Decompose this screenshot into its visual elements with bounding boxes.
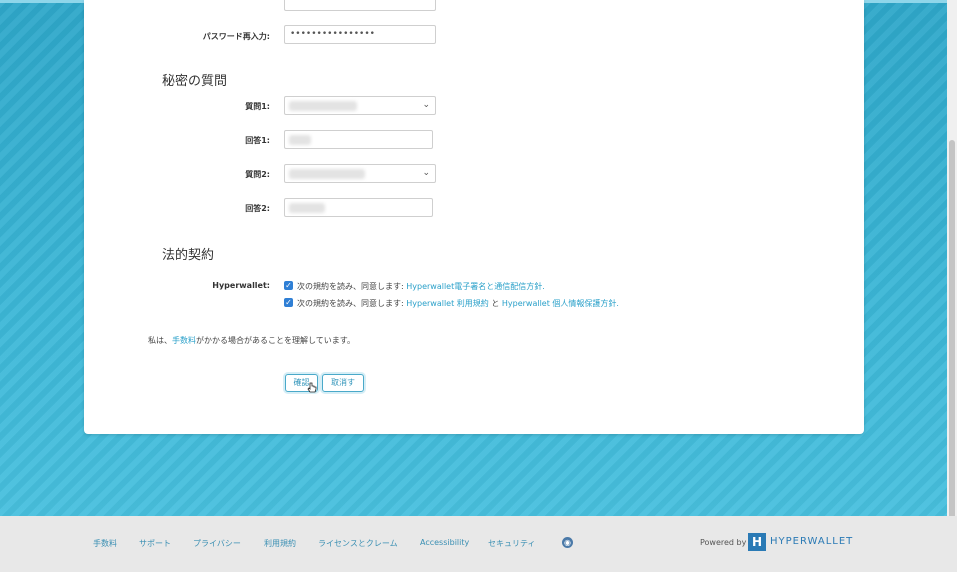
hand-cursor-icon: [307, 382, 317, 393]
footer: 手数料 サポート プライバシー 利用規約 ライセンスとクレーム Accessib…: [0, 516, 957, 572]
password-confirm-input[interactable]: ••••••••••••••••: [284, 25, 436, 44]
answer2-label: 回答2:: [245, 204, 270, 213]
agree-esign-text: 次の規約を読み、同意します: Hyperwallet電子署名と通信配信方針.: [297, 281, 545, 292]
answer2-value-blurred: [289, 203, 325, 213]
chevron-down-icon: ⌄: [422, 168, 430, 178]
answer1-value-blurred: [289, 135, 311, 145]
answer2-input[interactable]: [284, 198, 433, 217]
fee-notice-prefix: 私は、: [148, 336, 172, 345]
esign-policy-link[interactable]: Hyperwallet電子署名と通信配信方針.: [406, 282, 545, 291]
powered-by-text: Powered by: [700, 538, 747, 547]
footer-link-terms[interactable]: 利用規約: [264, 538, 296, 549]
footer-link-privacy[interactable]: プライバシー: [193, 538, 241, 549]
question2-select[interactable]: ⌄: [284, 164, 436, 183]
footer-link-fees[interactable]: 手数料: [93, 538, 117, 549]
agree-terms-prefix: 次の規約を読み、同意します:: [297, 299, 404, 308]
cancel-button[interactable]: 取消す: [322, 374, 364, 392]
footer-link-security[interactable]: セキュリティ: [488, 538, 536, 549]
password-field[interactable]: [284, 0, 436, 11]
question1-label: 質問1:: [245, 102, 270, 111]
fees-link[interactable]: 手数料: [172, 336, 196, 345]
scrollbar-thumb[interactable]: [949, 140, 955, 520]
hyperwallet-logo-icon: H: [748, 533, 766, 551]
hyperwallet-label: Hyperwallet:: [212, 281, 270, 290]
agree-terms-text: 次の規約を読み、同意します: Hyperwallet 利用規約 と Hyperw…: [297, 298, 619, 309]
hyperwallet-brand: HYPERWALLET: [770, 536, 854, 547]
fee-notice-suffix: がかかる場合があることを理解しています。: [196, 336, 355, 345]
footer-link-support[interactable]: サポート: [139, 538, 171, 549]
fee-notice: 私は、手数料がかかる場合があることを理解しています。: [148, 335, 355, 346]
answer1-label: 回答1:: [245, 136, 270, 145]
footer-link-accessibility[interactable]: Accessibility: [420, 538, 469, 547]
chevron-down-icon: ⌄: [422, 100, 430, 110]
terms-of-use-link[interactable]: Hyperwallet 利用規約: [406, 299, 489, 308]
answer1-input[interactable]: [284, 130, 433, 149]
question2-label: 質問2:: [245, 170, 270, 179]
question1-select[interactable]: ⌄: [284, 96, 436, 115]
registration-form-card: パスワード再入力: •••••••••••••••• 秘密の質問 質問1: ⌄ …: [84, 0, 864, 434]
security-questions-title: 秘密の質問: [162, 74, 228, 89]
and-text: と: [491, 299, 500, 308]
globe-icon[interactable]: ◉: [562, 537, 573, 548]
agree-terms-checkbox[interactable]: ✓: [284, 298, 293, 307]
privacy-policy-link[interactable]: Hyperwallet 個人情報保護方針.: [502, 299, 619, 308]
question2-value-blurred: [289, 169, 365, 179]
agree-esign-prefix: 次の規約を読み、同意します:: [297, 282, 404, 291]
agree-esign-checkbox[interactable]: ✓: [284, 281, 293, 290]
footer-link-licenses[interactable]: ライセンスとクレーム: [318, 538, 398, 549]
password-confirm-label: パスワード再入力:: [202, 32, 270, 41]
question1-value-blurred: [289, 101, 357, 111]
legal-agreements-title: 法的契約: [162, 248, 215, 263]
page-scrollbar[interactable]: [947, 0, 957, 520]
